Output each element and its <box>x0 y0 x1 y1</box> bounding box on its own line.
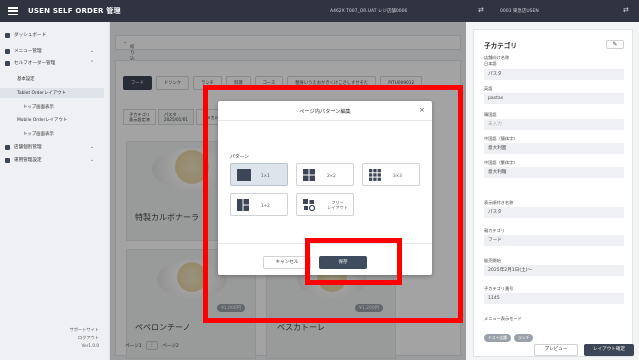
brand-name: USEN <box>28 7 51 15</box>
sidebar-item-dashboard[interactable]: ダッシュボード <box>5 32 46 38</box>
shop-selector[interactable]: 0003 東急店USEN <box>500 8 539 14</box>
field-value: パスタ <box>484 69 624 80</box>
field-label: 韓国語 <box>484 112 497 117</box>
field-value: 2025年2月1日(土)〜 <box>484 265 624 276</box>
hamburger-menu-icon[interactable] <box>8 7 18 15</box>
logout-link[interactable]: ログアウト <box>70 334 99 342</box>
tag-badge: ランチ <box>513 334 534 342</box>
field-value: 未入力 <box>484 119 624 130</box>
sidebar-item-label: 店舗個別管理 <box>14 145 42 150</box>
app-subtitle: SELF ORDER 管理 <box>52 7 121 15</box>
field-label: 英語 <box>484 86 493 91</box>
chevron-down-icon: ⌄ <box>90 157 95 163</box>
swap-icon[interactable]: ⇄ <box>623 6 629 14</box>
field-value: 意大利麵 <box>484 167 624 178</box>
store-selector[interactable]: A462X T007_OR.UAT レジ店舗0006 <box>330 8 407 14</box>
sidebar-item-self-order[interactable]: セルフオーダー管理 ⌃ <box>5 60 94 66</box>
highlight-box-save <box>305 238 402 285</box>
chevron-up-icon: ⌃ <box>90 60 95 66</box>
support-link[interactable]: サポートサイト <box>70 326 99 334</box>
sidebar: ダッシュボード メニュー管理 ⌄ セルフオーダー管理 ⌃ 基本設定 Tablet… <box>0 22 110 360</box>
store-icon <box>5 144 10 150</box>
pencil-icon[interactable]: ✎ <box>606 40 624 49</box>
sidebar-item-menu[interactable]: メニュー管理 ⌄ <box>5 48 94 54</box>
sidebar-sub-mobile-layout[interactable]: Mobile Orderレイアウト <box>17 117 67 123</box>
detail-panel: 子カテゴリ ✎ 店舗向け名称 日本語 パスタ 英語 pastas 韓国語 未入力… <box>470 22 639 360</box>
sidebar-item-ops[interactable]: 運用管理設定 ⌄ <box>5 157 94 163</box>
field-label: 中国語（繁体字） <box>484 160 518 165</box>
field-label: メニュー表示モード <box>484 316 522 321</box>
sidebar-item-store[interactable]: 店舗個別管理 ⌄ <box>5 144 94 150</box>
sidebar-item-label: 運用管理設定 <box>14 158 42 163</box>
top-bar: USEN SELF ORDER 管理 A462X T007_OR.UAT レジ店… <box>0 0 639 22</box>
field-value: 1145 <box>484 293 624 304</box>
settings-icon <box>5 157 10 163</box>
field-value: pastas <box>484 93 624 104</box>
field-label: 日本語 <box>484 61 497 66</box>
chevron-down-icon: ⌄ <box>90 48 95 54</box>
tag-badge: テスト店舗 <box>484 334 511 342</box>
dashboard-icon <box>5 32 10 38</box>
field-label: 販売開始 <box>484 258 501 263</box>
confirm-layout-button[interactable]: レイアウト確定 <box>584 344 634 356</box>
sidebar-sub-mobile-top[interactable]: トップ画面表示 <box>23 131 54 137</box>
field-label: 親カテゴリ <box>484 228 505 233</box>
sidebar-sub-tablet-top[interactable]: トップ画面表示 <box>23 104 54 110</box>
sidebar-sub-tablet-layout[interactable]: Tablet Orderレイアウト <box>0 88 104 98</box>
menu-icon <box>5 48 10 54</box>
preview-button[interactable]: プレビュー <box>534 344 578 356</box>
field-label: 子カテゴリ番号 <box>484 286 514 291</box>
self-order-icon <box>5 60 10 66</box>
sidebar-item-label: ダッシュボード <box>14 33 47 38</box>
display-mode-tags: テスト店舗 ランチ <box>484 334 536 342</box>
field-label: 中国語（簡体字） <box>484 136 518 141</box>
sync-icon[interactable]: ⇄ <box>478 6 484 14</box>
field-value: 意大利面 <box>484 143 624 154</box>
sidebar-sub-basic[interactable]: 基本設定 <box>17 76 35 82</box>
app-title: USEN SELF ORDER 管理 <box>28 6 121 16</box>
version-text: Ver1.0.0 <box>81 343 100 348</box>
sidebar-item-label: メニュー管理 <box>14 49 42 54</box>
sidebar-item-label: Tablet Orderレイアウト <box>17 91 66 96</box>
field-value: パスタ <box>484 207 624 218</box>
sidebar-item-label: セルフオーダー管理 <box>14 61 56 66</box>
detail-card: 子カテゴリ ✎ 店舗向け名称 日本語 パスタ 英語 pastas 韓国語 未入力… <box>473 29 633 357</box>
app-root: USEN SELF ORDER 管理 A462X T007_OR.UAT レジ店… <box>0 0 639 360</box>
chevron-down-icon: ⌄ <box>90 144 95 150</box>
sidebar-footer: サポートサイト ログアウト Ver1.0.0 <box>70 326 99 350</box>
highlight-box-dialog <box>203 85 463 323</box>
field-value: フード <box>484 235 624 246</box>
detail-title: 子カテゴリ <box>484 42 517 50</box>
field-label: 表示順付き名称 <box>484 200 514 205</box>
